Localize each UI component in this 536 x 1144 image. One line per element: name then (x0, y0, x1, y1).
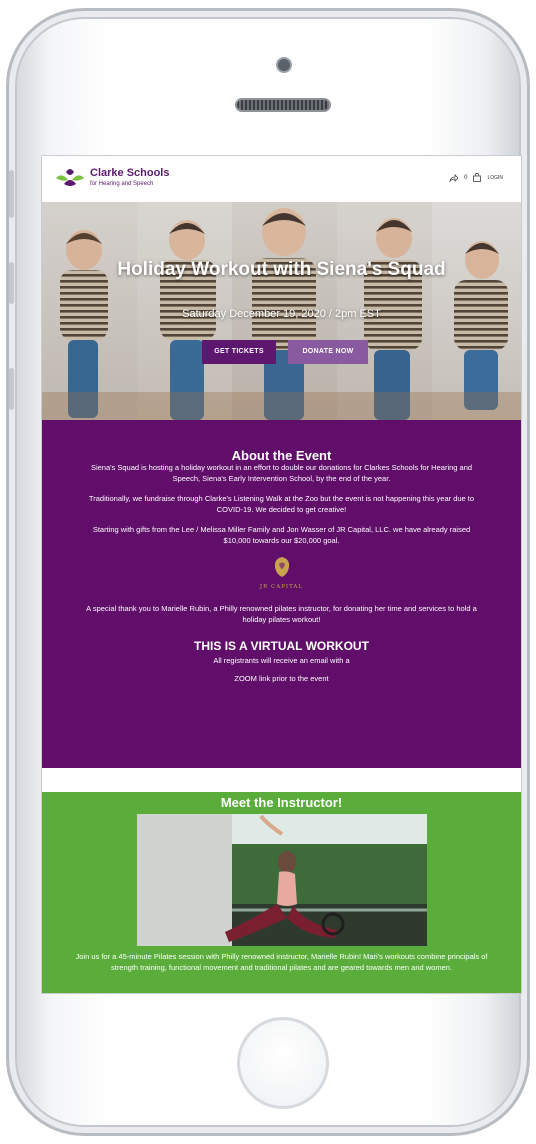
about-paragraph-3: Starting with gifts from the Lee / Melis… (92, 525, 471, 545)
home-button[interactable] (237, 1017, 329, 1109)
front-camera-icon (276, 57, 292, 73)
virtual-line-2: ZOOM link prior to the event (234, 674, 329, 683)
get-tickets-button[interactable]: GET TICKETS (202, 340, 276, 364)
virtual-line-1: All registrants will receive an email wi… (213, 656, 350, 665)
brand[interactable]: Clarke Schools for Hearing and Speech (90, 167, 170, 188)
hero-title: Holiday Workout with Siena's Squad (117, 259, 446, 280)
shopping-bag-icon[interactable] (473, 173, 482, 182)
hero-banner: Holiday Workout with Siena's Squad Satur… (42, 202, 521, 420)
instructor-photo (136, 814, 427, 946)
about-section: About the Event Siena's Squad is hosting… (42, 420, 521, 768)
instructor-photo-image (136, 814, 427, 946)
phone-screen: Clarke Schools for Hearing and Speech 0 … (41, 155, 522, 994)
instructor-heading: Meet the Instructor! (220, 795, 343, 810)
site-header: Clarke Schools for Hearing and Speech 0 … (42, 156, 521, 202)
about-heading: About the Event (231, 448, 332, 463)
phone-volume-up-button (9, 262, 14, 304)
instructor-description: Join us for a 45-minute Pilates session … (75, 952, 488, 972)
sponsor-logo-text: JR CAPITAL (259, 584, 304, 590)
brand-name: Clarke Schools (90, 167, 170, 179)
share-icon[interactable] (449, 173, 459, 182)
login-link[interactable]: LOGIN (487, 175, 503, 181)
about-paragraph-2: Traditionally, we fundraise through Clar… (88, 494, 475, 514)
instructor-section: Meet the Instructor! Join us for a 45-mi… (42, 792, 521, 993)
phone-side-button (9, 170, 14, 218)
about-paragraph-1: Siena's Squad is hosting a holiday worko… (90, 463, 473, 483)
sponsor-logo: JR CAPITAL (252, 556, 312, 590)
earpiece-speaker (235, 98, 331, 112)
donate-now-button[interactable]: DONATE NOW (288, 340, 368, 364)
header-actions: 0 LOGIN (449, 173, 503, 182)
about-paragraph-4: A special thank you to Marielle Rubin, a… (86, 604, 477, 624)
hero-date: Saturday December 19, 2020 / 2pm EST (182, 308, 381, 320)
logo-leaf-icon[interactable] (54, 168, 86, 188)
virtual-heading: THIS IS A VIRTUAL WORKOUT (194, 639, 369, 653)
phone-volume-down-button (9, 368, 14, 410)
section-divider (42, 768, 521, 792)
cart-count: 0 (464, 174, 468, 181)
brand-subtitle: for Hearing and Speech (90, 181, 154, 187)
lion-crest-icon (274, 557, 289, 577)
